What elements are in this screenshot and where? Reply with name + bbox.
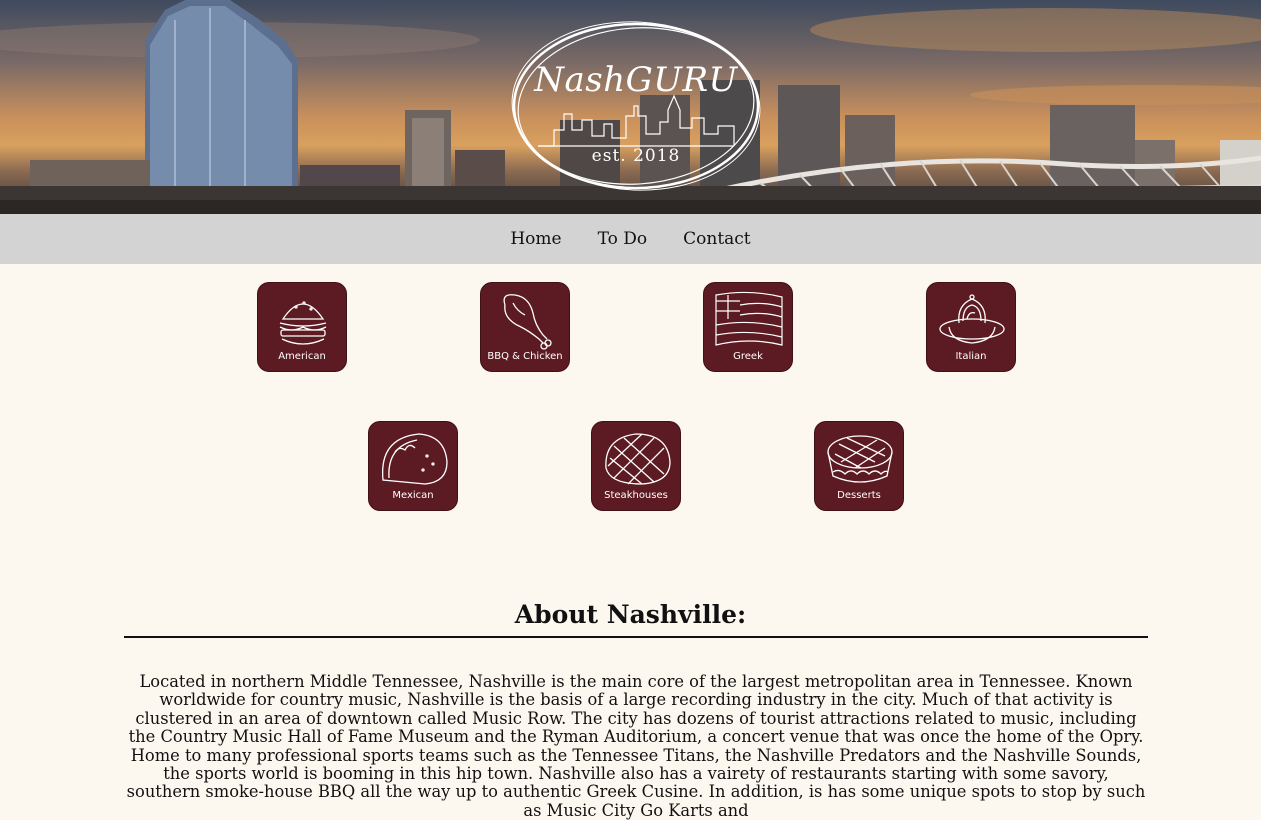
about-divider bbox=[124, 636, 1148, 638]
category-label: American bbox=[278, 351, 326, 362]
nashguru-logo[interactable]: NashGURU est. 2018 bbox=[508, 18, 764, 194]
category-label: Desserts bbox=[837, 490, 881, 501]
category-steakhouses-button[interactable]: Steakhouses bbox=[591, 421, 681, 511]
category-italian-button[interactable]: Italian bbox=[926, 282, 1016, 372]
logo-established: est. 2018 bbox=[591, 146, 681, 166]
hero-banner: NashGURU est. 2018 bbox=[0, 0, 1261, 214]
logo-ring-icon bbox=[511, 21, 761, 191]
category-label: Greek bbox=[733, 351, 763, 362]
category-greek-button[interactable]: Greek bbox=[703, 282, 793, 372]
main-nav: Home To Do Contact bbox=[0, 214, 1261, 264]
logo-title: NashGURU bbox=[534, 60, 738, 100]
category-label: Italian bbox=[955, 351, 987, 362]
category-label: BBQ & Chicken bbox=[487, 351, 563, 362]
nav-home-link[interactable]: Home bbox=[510, 229, 561, 249]
about-paragraph: Located in northern Middle Tennessee, Na… bbox=[126, 672, 1146, 820]
category-label: Mexican bbox=[392, 490, 434, 501]
nav-contact-link[interactable]: Contact bbox=[683, 229, 751, 249]
nav-todo-link[interactable]: To Do bbox=[598, 229, 648, 249]
category-american-button[interactable]: American bbox=[257, 282, 347, 372]
category-desserts-button[interactable]: Desserts bbox=[814, 421, 904, 511]
category-bbq-chicken-button[interactable]: BBQ & Chicken bbox=[480, 282, 570, 372]
category-mexican-button[interactable]: Mexican bbox=[368, 421, 458, 511]
category-label: Steakhouses bbox=[604, 490, 668, 501]
about-heading: About Nashville: bbox=[514, 600, 747, 629]
